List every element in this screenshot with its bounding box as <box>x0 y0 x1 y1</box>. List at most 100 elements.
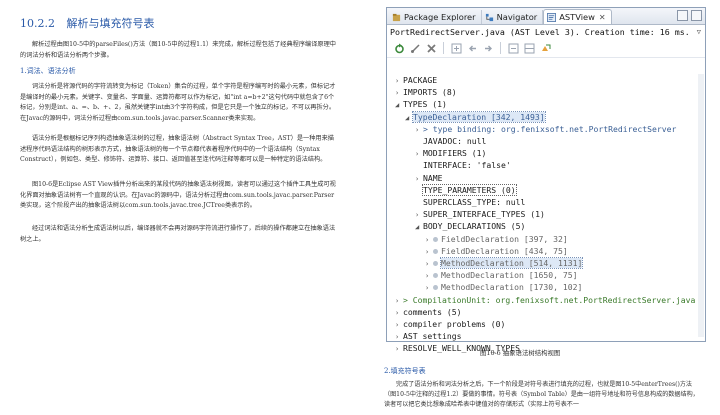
expand-icon[interactable] <box>450 42 462 54</box>
ast-toolbar <box>387 39 705 58</box>
ast-tree-node[interactable]: › > CompilationUnit: org.fenixsoft.net.Po… <box>395 294 695 306</box>
window-controls <box>677 10 702 21</box>
ast-tree-node[interactable]: › MethodDeclaration [514, 1131] <box>425 257 584 270</box>
ast-tree-node[interactable]: › compiler problems (0) <box>395 318 505 330</box>
back-arrow-icon[interactable] <box>466 42 478 54</box>
expand-arrow-icon[interactable]: › <box>425 258 433 270</box>
ast-tree-node[interactable]: › MethodDeclaration [1730, 102] <box>425 281 582 293</box>
view-menu-icon[interactable]: ▽ <box>697 25 701 39</box>
ast-node-label: MethodDeclaration [1730, 102] <box>441 282 583 293</box>
ast-tree-node[interactable]: › SUPER_INTERFACE_TYPES (1) <box>415 208 545 220</box>
link-icon[interactable] <box>409 42 421 54</box>
ast-node-label: NAME <box>423 172 443 183</box>
ast-node-label: MODIFIERS (1) <box>423 148 487 159</box>
paragraph-symbol-table: 完成了语法分析和词法分析之后，下一个阶段是对符号表进行填充的过程，也就是图10-… <box>384 381 699 408</box>
collapse-arrow-icon[interactable]: ◢ <box>395 99 403 111</box>
expand-arrow-icon[interactable]: › <box>425 246 433 258</box>
ast-tree-node[interactable]: › comments (5) <box>395 306 461 318</box>
declaration-icon <box>433 273 438 279</box>
compare-icon[interactable] <box>539 42 551 54</box>
ast-tree-node[interactable]: › MethodDeclaration [1650, 75] <box>425 269 577 281</box>
ast-tree-node[interactable]: › FieldDeclaration [397, 32] <box>425 233 568 245</box>
collapse-arrow-icon[interactable]: ◢ <box>405 112 413 124</box>
section-heading: 10.2.2 解析与填充符号表 <box>20 15 155 31</box>
expand-arrow-icon[interactable]: › <box>415 124 423 136</box>
tree-scrollbar[interactable] <box>698 74 704 337</box>
ast-tree-node[interactable]: › MODIFIERS (1) <box>415 147 486 159</box>
ast-node-label: BODY_DECLARATIONS (5) <box>423 221 526 232</box>
expand-arrow-icon[interactable]: › <box>395 319 403 331</box>
ast-info-text: PortRedirectServer.java (AST Level 3). C… <box>390 27 690 37</box>
paragraph-lexical: 词法分析是将源代码的字符流转变为标记（Token）集合的过程，单个字符是程序编写… <box>20 83 336 122</box>
expand-arrow-icon[interactable]: › <box>395 87 403 99</box>
view-tab-bar: Package Explorer Navigator ASTView ✕ <box>387 8 705 25</box>
ast-tree-node[interactable]: ◢ TYPES (1) <box>395 98 447 110</box>
expand-arrow-icon[interactable]: › <box>415 148 423 160</box>
ast-node-label: JAVADOC: null <box>423 136 487 146</box>
declaration-icon <box>433 248 438 254</box>
ast-node-label: SUPERCLASS_TYPE: null <box>423 197 526 207</box>
ast-node-label: MethodDeclaration [1650, 75] <box>441 270 578 281</box>
expand-arrow-icon[interactable]: › <box>415 209 423 221</box>
ast-tree-node[interactable]: ◢ TypeDeclaration [342, 1493] <box>405 110 546 124</box>
ast-node-label: comments (5) <box>403 306 462 317</box>
ast-tree-node[interactable]: TYPE_PARAMETERS (0) <box>415 183 517 196</box>
section-number: 10.2.2 <box>20 17 55 30</box>
layout-icon[interactable] <box>523 42 535 54</box>
ast-tree-node[interactable]: ◢ BODY_DECLARATIONS (5) <box>415 220 525 232</box>
tab-package-explorer[interactable]: Package Explorer <box>389 10 482 24</box>
subsection-heading-symbol-table: 2.填充符号表 <box>384 367 426 375</box>
collapse-all-icon[interactable] <box>507 42 519 54</box>
subsection-heading-lexical: 1.词法、语法分析 <box>20 67 76 75</box>
ast-tree-node[interactable]: › NAME <box>415 172 443 184</box>
ast-info-line: PortRedirectServer.java (AST Level 3). C… <box>387 25 705 39</box>
tab-astview[interactable]: ASTView ✕ <box>543 9 612 24</box>
ast-tree-node[interactable]: › AST settings <box>395 330 461 342</box>
toolbar-separator <box>443 42 444 54</box>
ast-node-label: SUPER_INTERFACE_TYPES (1) <box>423 209 545 220</box>
figure-caption: 图10-6 抽象语法树结构视图 <box>480 349 561 357</box>
ast-node-label: > type binding: org.fenixsoft.net.PortRe… <box>423 123 677 134</box>
eclipse-astview-window: Package Explorer Navigator ASTView ✕ Por… <box>386 7 706 353</box>
close-icon[interactable]: ✕ <box>599 13 606 22</box>
ast-tree-node[interactable]: INTERFACE: 'false' <box>415 159 511 171</box>
ast-node-label: IMPORTS (8) <box>403 87 457 98</box>
minimize-icon[interactable] <box>677 10 688 21</box>
section-title: 解析与填充符号表 <box>66 17 155 30</box>
expand-arrow-icon[interactable]: › <box>425 234 433 246</box>
ast-tree-node[interactable]: SUPERCLASS_TYPE: null <box>415 196 525 208</box>
forward-arrow-icon[interactable] <box>482 42 494 54</box>
ast-tree-node[interactable]: › > type binding: org.fenixsoft.net.PortR… <box>415 123 676 135</box>
intro-paragraph: 解析过程由图10-5中的parseFiles()方法（图10-5中的过程1.1）… <box>20 41 336 59</box>
ast-node-label: AST settings <box>403 331 462 342</box>
maximize-icon[interactable] <box>691 10 702 21</box>
tab-label: ASTView <box>559 12 595 22</box>
declaration-icon <box>433 236 438 242</box>
refresh-icon[interactable] <box>393 42 405 54</box>
expand-arrow-icon[interactable]: › <box>395 343 403 355</box>
ast-tree: › PACKAGE › IMPORTS (8) ◢ TYPES (1) ◢ TypeDecla… <box>387 58 705 353</box>
ast-node-label: TYPE_PARAMETERS (0) <box>422 183 517 196</box>
ast-tree-node[interactable]: › FieldDeclaration [434, 75] <box>425 245 568 257</box>
collapse-arrow-icon[interactable]: ◢ <box>415 221 423 233</box>
navigator-icon <box>485 13 493 21</box>
toolbar-separator <box>500 42 501 54</box>
expand-arrow-icon[interactable]: › <box>395 75 403 87</box>
tab-label: Navigator <box>496 12 538 22</box>
ast-node-label: FieldDeclaration [434, 75] <box>441 245 568 256</box>
expand-arrow-icon[interactable]: › <box>415 173 423 185</box>
tab-navigator[interactable]: Navigator <box>482 10 544 24</box>
paragraph-syntax: 语法分析是根据标记序列构造抽象语法树的过程，抽象语法树（Abstract Syn… <box>20 135 334 163</box>
ast-tree-node[interactable]: JAVADOC: null <box>415 135 486 147</box>
ast-node-label: TypeDeclaration [342, 1493] <box>412 110 546 123</box>
expand-arrow-icon[interactable]: › <box>425 270 433 282</box>
ast-tree-node[interactable]: › IMPORTS (8) <box>395 86 457 98</box>
astview-icon <box>547 12 557 22</box>
clear-icon[interactable] <box>425 42 437 54</box>
expand-arrow-icon[interactable]: › <box>425 282 433 294</box>
expand-arrow-icon[interactable]: › <box>395 331 403 343</box>
expand-arrow-icon[interactable]: › <box>395 307 403 319</box>
paragraph-ast-view: 图10-6是Eclipse AST View插件分析出来的某段代码的抽象语法树视… <box>20 181 336 209</box>
expand-arrow-icon[interactable]: › <box>395 295 403 307</box>
ast-tree-node[interactable]: › PACKAGE <box>395 74 437 86</box>
